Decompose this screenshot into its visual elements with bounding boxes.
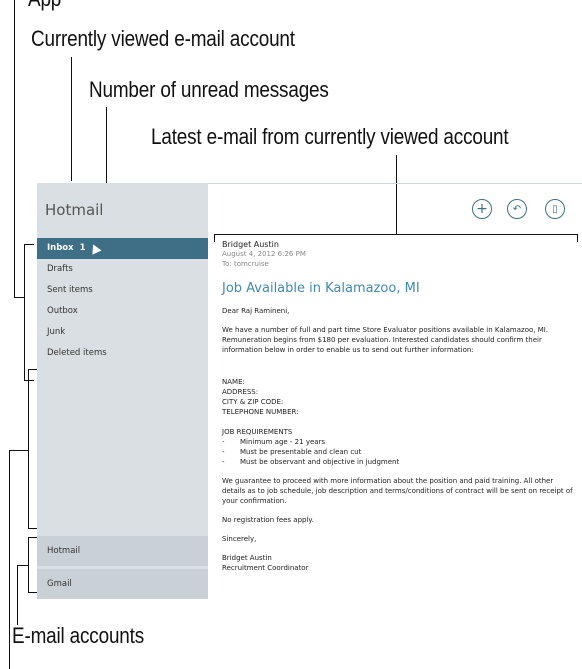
- callout-latest: Latest e-mail from currently viewed acco…: [151, 124, 509, 149]
- leader-app-h: [14, 297, 24, 298]
- folder-deleted-items[interactable]: Deleted items: [37, 343, 208, 364]
- field-name: NAME:: [222, 378, 245, 386]
- account-hotmail[interactable]: Hotmail: [37, 536, 208, 566]
- requirement-item: - Must be observant and objective in judg…: [222, 458, 400, 466]
- bracket-accounts-top: [28, 537, 37, 538]
- signature-title: Recruitment Coordinator: [222, 564, 309, 572]
- field-phone: TELEPHONE NUMBER:: [222, 408, 299, 416]
- bracket-folders-bot: [24, 380, 34, 381]
- bracket-folders: [24, 244, 25, 381]
- requirement-item: - Minimum age - 21 years: [222, 438, 326, 446]
- requirement-item: - Must be presentable and clean cut: [222, 448, 362, 456]
- message-greeting: Dear Raj Ramineni,: [222, 307, 290, 315]
- callout-app: App: [28, 0, 61, 12]
- folder-junk[interactable]: Junk: [37, 322, 208, 343]
- trash-icon[interactable]: ▯: [545, 199, 565, 219]
- message-note: No registration fees apply.: [222, 516, 314, 524]
- leader-currently-viewed: [71, 57, 72, 181]
- account-label: Gmail: [47, 579, 72, 589]
- callout-unread: Number of unread messages: [89, 77, 329, 102]
- bracket-latest-l: [214, 234, 215, 242]
- leader-accounts-v: [17, 565, 18, 625]
- bracket-latest: [214, 234, 578, 235]
- bracket-accounts: [28, 537, 29, 593]
- leader-latest: [396, 155, 397, 234]
- folder-inbox[interactable]: Inbox 1: [37, 238, 208, 259]
- message-subject: Job Available in Kalamazoo, MI: [222, 281, 420, 296]
- account-gmail[interactable]: Gmail: [37, 569, 208, 599]
- message-para2: We guarantee to proceed with more inform…: [222, 477, 573, 505]
- requirement-text: Minimum age - 21 years: [240, 438, 326, 446]
- leader-accounts: [17, 565, 28, 566]
- folder-sent-items[interactable]: Sent items: [37, 280, 208, 301]
- bracket-accounts-bot: [28, 592, 37, 593]
- folder-outbox[interactable]: Outbox: [37, 301, 208, 322]
- folder-drafts[interactable]: Drafts: [37, 259, 208, 280]
- respond-icon[interactable]: ↶: [507, 199, 527, 219]
- plus-icon[interactable]: +: [472, 199, 492, 219]
- message-view: Bridget Austin August 4, 2012 6:26 PM To…: [222, 240, 578, 573]
- folder-label: Outbox: [47, 306, 78, 316]
- message-to: To: tomcruise: [222, 260, 269, 268]
- signature-name: Bridget Austin: [222, 554, 272, 562]
- reading-pane-top: [208, 183, 582, 184]
- message-para1: We have a number of full and part time S…: [222, 326, 549, 354]
- leader-space-v: [9, 450, 10, 669]
- requirements-title: JOB REQUIREMENTS: [222, 428, 293, 436]
- field-city: CITY & ZIP CODE:: [222, 398, 284, 406]
- folder-label: Deleted items: [47, 348, 107, 358]
- folder-label: Inbox: [47, 243, 74, 253]
- field-address: ADDRESS:: [222, 388, 259, 396]
- bracket-space-bot: [28, 528, 37, 529]
- message-date: August 4, 2012 6:26 PM: [222, 250, 306, 258]
- message-closing: Sincerely,: [222, 535, 257, 543]
- bracket-space: [28, 369, 29, 529]
- account-label: Hotmail: [47, 546, 81, 556]
- bracket-folders-top: [24, 244, 34, 245]
- sidebar: Hotmail Inbox 1 Drafts Sent items Outbox …: [37, 183, 208, 599]
- requirement-text: Must be presentable and clean cut: [240, 448, 362, 456]
- leader-space: [9, 450, 29, 451]
- mouse-cursor-icon: [88, 242, 102, 255]
- requirement-text: Must be observant and objective in judgm…: [240, 458, 400, 466]
- folder-label: Sent items: [47, 285, 93, 295]
- callout-accounts: E-mail accounts: [12, 623, 145, 648]
- unread-count: 1: [79, 243, 86, 253]
- folder-label: Junk: [47, 327, 66, 337]
- folder-label: Drafts: [47, 264, 73, 274]
- account-title: Hotmail: [45, 201, 104, 219]
- leader-app: [14, 0, 15, 298]
- callout-currently-viewed: Currently viewed e-mail account: [31, 26, 295, 51]
- message-sender: Bridget Austin: [222, 240, 279, 249]
- bracket-space-top: [28, 369, 37, 370]
